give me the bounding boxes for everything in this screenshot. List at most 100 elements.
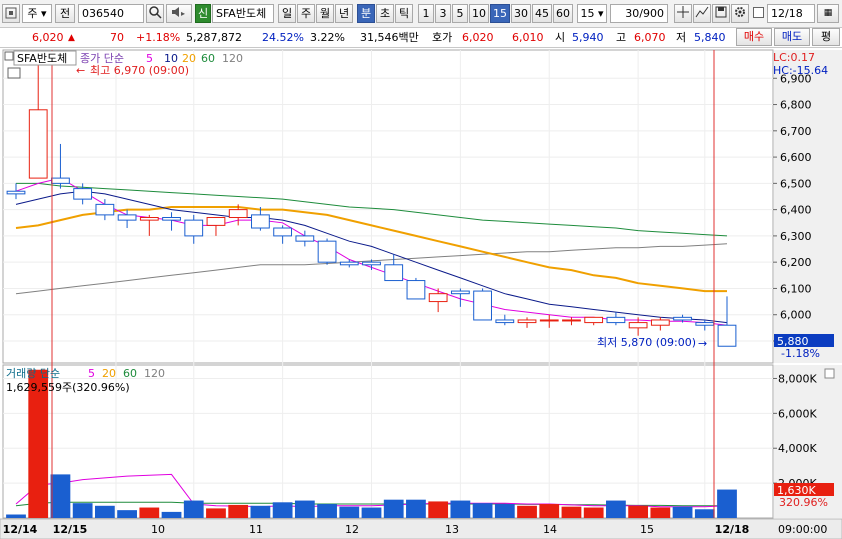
time-tick-label: 15 xyxy=(640,523,654,536)
volume-bar xyxy=(117,510,137,518)
market-type-select[interactable]: 주 ▾ xyxy=(22,4,52,23)
candle-down xyxy=(606,316,626,324)
time-tick-label: 14 xyxy=(543,523,557,536)
current-change-label: -1.18% xyxy=(781,347,820,360)
candle-down xyxy=(184,219,204,237)
interval-1[interactable]: 1 xyxy=(418,4,434,23)
low-arrow-icon: → xyxy=(698,337,707,350)
market-type-label: 주 xyxy=(27,7,38,20)
interval-30[interactable]: 30 xyxy=(511,4,531,23)
period-tick[interactable]: 틱 xyxy=(395,4,413,23)
current-price: 6,020 xyxy=(32,31,64,44)
search-button[interactable] xyxy=(146,4,164,23)
volume-bar xyxy=(628,505,649,518)
candle-up xyxy=(139,217,159,221)
credit-badge: 신 xyxy=(195,4,211,23)
volume-panel-menu-icon[interactable] xyxy=(824,368,835,379)
candle-down xyxy=(695,322,715,326)
sound-button[interactable]: ▸ xyxy=(166,4,192,23)
volume-bar xyxy=(72,503,93,518)
volume-legend-ma20: 20 xyxy=(102,367,116,380)
price-tick-label: 6,000 xyxy=(780,309,812,322)
interval-3[interactable]: 3 xyxy=(435,4,451,23)
volume-bar xyxy=(272,502,293,518)
candle-up xyxy=(584,316,604,324)
candle-up xyxy=(206,217,226,226)
save-button[interactable] xyxy=(712,4,730,23)
volume-bar xyxy=(161,511,182,518)
prev-button[interactable]: 전 xyxy=(55,4,75,23)
stock-name-field[interactable]: SFA반도체 xyxy=(212,4,274,23)
candle-down xyxy=(6,190,26,195)
legend-title: SFA반도체 xyxy=(17,52,67,65)
high-label: 고 xyxy=(616,31,627,44)
volume: 5,287,872 xyxy=(186,31,242,44)
candle-up xyxy=(650,319,670,326)
period-second[interactable]: 초 xyxy=(376,4,394,23)
volume-bar xyxy=(294,500,315,518)
volume-bar xyxy=(183,500,204,518)
period-year[interactable]: 년 xyxy=(335,4,353,23)
interval-dropdown-value: 15 xyxy=(580,7,595,20)
trend-tool-button[interactable] xyxy=(693,4,711,23)
date-field[interactable]: 12/18 xyxy=(767,4,815,23)
eval-button[interactable]: 평 xyxy=(812,28,840,46)
settings-button[interactable] xyxy=(731,4,749,23)
period-week[interactable]: 주 xyxy=(297,4,315,23)
interval-60[interactable]: 60 xyxy=(553,4,573,23)
volume-bar xyxy=(406,499,426,518)
open-price: 5,940 xyxy=(572,31,604,44)
volume-bar xyxy=(206,508,226,518)
price-tick-label: 6,100 xyxy=(780,282,812,295)
volume-bar xyxy=(517,505,537,518)
interval-10[interactable]: 10 xyxy=(469,4,489,23)
low-price: 5,840 xyxy=(694,31,726,44)
time-tick-label: 12/15 xyxy=(53,523,88,536)
volume-bar xyxy=(339,506,360,518)
chart-icon[interactable] xyxy=(2,4,20,23)
candle-down xyxy=(473,290,492,321)
up-arrow-icon: ▲ xyxy=(68,33,75,43)
crosshair-button[interactable] xyxy=(674,4,692,23)
open-label: 시 xyxy=(555,31,566,44)
date-checkbox[interactable] xyxy=(753,7,764,18)
volume-bar xyxy=(561,506,582,518)
count-field[interactable]: 30/900 xyxy=(610,4,668,23)
period-day[interactable]: 일 xyxy=(278,4,296,23)
volume-bar xyxy=(428,501,449,518)
calendar-button[interactable]: ▦ xyxy=(817,4,839,23)
crosshair-icon xyxy=(677,6,689,18)
interval-45[interactable]: 45 xyxy=(532,4,552,23)
chart-toolbar: 주 ▾ 전 036540 ▸ 신 SFA반도체 일 주 월 년 분 초 틱 1 … xyxy=(0,0,842,28)
candle-down xyxy=(450,290,470,295)
interval-5[interactable]: 5 xyxy=(452,4,468,23)
price-panel xyxy=(2,49,774,364)
low-annotation: 최저 5,870 (09:00) xyxy=(597,336,696,349)
interval-dropdown[interactable]: 15 ▾ xyxy=(577,4,607,23)
candle-down xyxy=(362,261,381,266)
interval-15[interactable]: 15 xyxy=(490,4,510,23)
candle-up xyxy=(628,322,648,329)
volume-tick-label: 4,000K xyxy=(778,442,817,455)
low-label: 저 xyxy=(676,31,687,44)
candle-up xyxy=(428,293,448,303)
price-tick-label: 6,500 xyxy=(780,177,812,190)
period-minute[interactable]: 분 xyxy=(357,4,375,23)
sell-button[interactable]: 매도 xyxy=(774,28,810,46)
candle-down xyxy=(73,188,93,200)
buy-button[interactable]: 매수 xyxy=(736,28,772,46)
candle-up xyxy=(562,319,581,322)
speaker-icon: ▸ xyxy=(172,7,185,18)
save-icon xyxy=(715,6,727,18)
price-volume-chart[interactable]: 6,9006,8006,7006,6006,5006,4006,3006,200… xyxy=(0,48,842,539)
volume-bar xyxy=(694,509,715,518)
period-month[interactable]: 월 xyxy=(316,4,334,23)
candle-down xyxy=(251,214,270,229)
ask-price: 6,020 xyxy=(462,31,494,44)
hoga-label: 호가 xyxy=(432,31,453,44)
time-tick-label: 10 xyxy=(151,523,165,536)
stock-code-input[interactable]: 036540 xyxy=(78,4,144,23)
volume-bar xyxy=(250,505,271,518)
candle-down xyxy=(117,214,137,221)
volume-info: 1,629,559주(320.96%) xyxy=(6,381,130,394)
